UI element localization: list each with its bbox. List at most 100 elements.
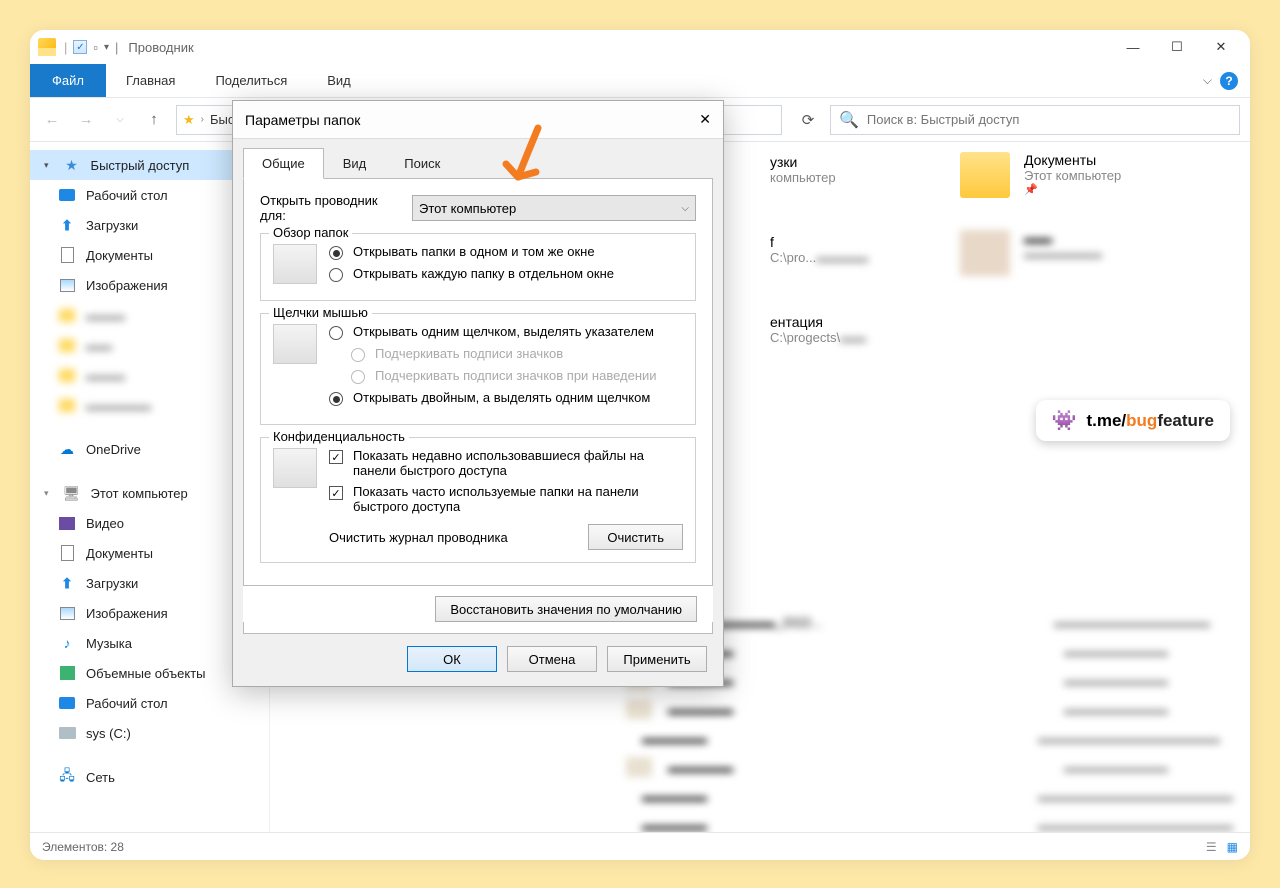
sidebar-label: Сеть bbox=[86, 770, 115, 785]
maximize-button[interactable]: ☐ bbox=[1156, 33, 1198, 61]
folder-item[interactable]: ▬▬▬▬▬▬▬▬ bbox=[960, 230, 1240, 276]
item-path: C:\pro... bbox=[770, 250, 816, 265]
sidebar-label: Изображения bbox=[86, 606, 168, 621]
folder-item[interactable]: ентацияC:\progects\▬▬ bbox=[770, 314, 1050, 345]
close-button[interactable]: ✕ bbox=[1200, 33, 1242, 61]
radio-same-window[interactable]: Открывать папки в одном и том же окне bbox=[329, 244, 683, 260]
view-large-icon[interactable]: ▦ bbox=[1227, 840, 1238, 854]
qat-new-icon[interactable]: ▫ bbox=[93, 40, 98, 55]
file-icon bbox=[626, 757, 652, 777]
clear-button[interactable]: Очистить bbox=[588, 524, 683, 550]
open-for-label: Открыть проводник для: bbox=[260, 193, 400, 223]
browse-folders-group: Обзор папок Открывать папки в одном и то… bbox=[260, 233, 696, 301]
radio-underline-always: Подчеркивать подписи значков bbox=[329, 346, 683, 362]
sidebar-item-network[interactable]: 🖧Сеть bbox=[30, 762, 269, 792]
file-path: ▬▬▬▬▬▬▬▬▬▬▬▬▬▬▬ bbox=[1038, 789, 1233, 804]
file-icon bbox=[626, 699, 652, 719]
sidebar-item-sysc[interactable]: sys (C:) bbox=[30, 718, 269, 748]
quick-access-toolbar: | ✓ ▫ ▾ | bbox=[64, 40, 118, 55]
sidebar-label: Рабочий стол bbox=[86, 188, 168, 203]
clear-history-label: Очистить журнал проводника bbox=[329, 530, 508, 545]
apply-button[interactable]: Применить bbox=[607, 646, 707, 672]
qat-sep-icon: | bbox=[64, 40, 67, 55]
privacy-preview-icon bbox=[273, 448, 317, 488]
checkbox-recent-files[interactable]: Показать недавно использовавшиеся файлы … bbox=[329, 448, 683, 478]
dialog-title: Параметры папок bbox=[245, 112, 360, 128]
sidebar-label: Загрузки bbox=[86, 576, 138, 591]
sidebar-item-desktop2[interactable]: Рабочий стол bbox=[30, 688, 269, 718]
search-box[interactable]: 🔍 bbox=[830, 105, 1240, 135]
file-name: ▬▬▬▬▬ bbox=[668, 673, 1048, 688]
folder-icon bbox=[59, 339, 75, 352]
help-icon[interactable]: ? bbox=[1220, 72, 1238, 90]
sidebar-label: ▬▬▬ bbox=[86, 368, 125, 383]
item-name: узки bbox=[770, 154, 836, 170]
file-name: ▬▬▬▬▬ bbox=[642, 731, 1022, 746]
star-icon: ★ bbox=[63, 156, 81, 174]
item-path: C:\progects\ bbox=[770, 330, 840, 345]
file-name: ▬▬▬▬▬ bbox=[668, 644, 1048, 659]
radio-new-window[interactable]: Открывать каждую папку в отдельном окне bbox=[329, 266, 683, 282]
list-item[interactable]: ▬▬▬▬▬▬▬▬▬▬▬▬▬▬▬▬▬▬▬ bbox=[626, 728, 1210, 748]
checkbox-frequent-folders[interactable]: Показать часто используемые папки на пан… bbox=[329, 484, 683, 514]
video-icon bbox=[59, 517, 75, 530]
sidebar-label: ▬▬ bbox=[86, 338, 112, 353]
view-details-icon[interactable]: ☰ bbox=[1206, 840, 1217, 854]
file-path: ▬▬▬▬▬▬▬▬▬▬▬▬▬▬ bbox=[1038, 731, 1220, 746]
nav-forward-button[interactable]: → bbox=[74, 111, 98, 128]
qat-properties-icon[interactable]: ✓ bbox=[73, 40, 87, 54]
item-name: ентация bbox=[770, 314, 866, 330]
tab-file[interactable]: Файл bbox=[30, 64, 106, 97]
ribbon-collapse-icon[interactable]: ⌵ bbox=[1203, 73, 1212, 88]
sidebar-label: Изображения bbox=[86, 278, 168, 293]
click-items-group: Щелчки мышью Открывать одним щелчком, вы… bbox=[260, 313, 696, 425]
tab-home[interactable]: Главная bbox=[106, 64, 195, 97]
file-path: ▬▬▬▬▬▬▬▬▬▬▬▬▬▬▬ bbox=[1038, 818, 1233, 833]
dialog-close-button[interactable]: ✕ bbox=[699, 111, 711, 128]
ok-button[interactable]: ОК bbox=[407, 646, 497, 672]
search-input[interactable] bbox=[867, 112, 1231, 127]
radio-icon bbox=[329, 246, 343, 260]
tab-view[interactable]: Вид bbox=[324, 148, 386, 179]
file-path: ▬▬▬▬▬▬▬▬▬▬▬▬ bbox=[1054, 615, 1210, 630]
radio-double-click[interactable]: Открывать двойным, а выделять одним щелч… bbox=[329, 390, 683, 406]
tab-search[interactable]: Поиск bbox=[385, 148, 459, 179]
qat-dropdown-icon[interactable]: ▾ bbox=[104, 42, 109, 53]
document-icon bbox=[61, 545, 74, 561]
file-path: ▬▬▬▬▬▬▬▬ bbox=[1064, 702, 1168, 717]
sidebar-label: Объемные объекты bbox=[86, 666, 206, 681]
badge-part2: feature bbox=[1157, 411, 1214, 430]
dialog-footer: ОК Отмена Применить bbox=[233, 634, 723, 686]
radio-single-click[interactable]: Открывать одним щелчком, выделять указат… bbox=[329, 324, 683, 340]
desktop-icon bbox=[59, 189, 75, 201]
nav-up-button[interactable]: ↑ bbox=[142, 111, 166, 128]
checkbox-label: Показать недавно использовавшиеся файлы … bbox=[353, 448, 683, 478]
group-legend: Обзор папок bbox=[269, 225, 352, 240]
checkbox-icon bbox=[329, 486, 343, 500]
item-name: Документы bbox=[1024, 152, 1121, 168]
cancel-button[interactable]: Отмена bbox=[507, 646, 597, 672]
tab-general[interactable]: Общие bbox=[243, 148, 324, 179]
item-subtitle: ▬▬▬▬▬▬ bbox=[1024, 246, 1102, 261]
nav-recent-dropdown[interactable]: ⌵ bbox=[108, 114, 132, 125]
radio-icon bbox=[329, 326, 343, 340]
refresh-button[interactable]: ⟳ bbox=[796, 111, 820, 129]
folder-item-documents[interactable]: ДокументыЭтот компьютер📌 bbox=[960, 152, 1240, 198]
badge-prefix: t.me/ bbox=[1086, 411, 1126, 430]
restore-defaults-button[interactable]: Восстановить значения по умолчанию bbox=[435, 596, 697, 622]
titlebar: | ✓ ▫ ▾ | Проводник — ☐ ✕ bbox=[30, 30, 1250, 64]
tab-view[interactable]: Вид bbox=[307, 64, 371, 97]
folder-options-dialog: Параметры папок ✕ Общие Вид Поиск Открыт… bbox=[232, 100, 724, 687]
sidebar-label: ▬▬▬▬▬ bbox=[86, 398, 151, 413]
list-item[interactable]: ▬▬▬▬▬▬▬▬▬▬▬▬▬▬▬▬▬▬▬▬ bbox=[626, 786, 1210, 806]
nav-back-button[interactable]: ← bbox=[40, 111, 64, 128]
chevron-down-icon: ⌵ bbox=[681, 203, 689, 214]
radio-label: Подчеркивать подписи значков при наведен… bbox=[375, 368, 657, 383]
list-item[interactable]: ▬▬▬▬▬▬▬▬▬▬▬▬▬ bbox=[626, 757, 1210, 777]
group-legend: Щелчки мышью bbox=[269, 305, 372, 320]
desktop-icon bbox=[59, 697, 75, 709]
list-item[interactable]: ▬▬▬▬▬▬▬▬▬▬▬▬▬ bbox=[626, 699, 1210, 719]
item-subtitle: компьютер bbox=[770, 170, 836, 185]
minimize-button[interactable]: — bbox=[1112, 33, 1154, 61]
tab-share[interactable]: Поделиться bbox=[195, 64, 307, 97]
